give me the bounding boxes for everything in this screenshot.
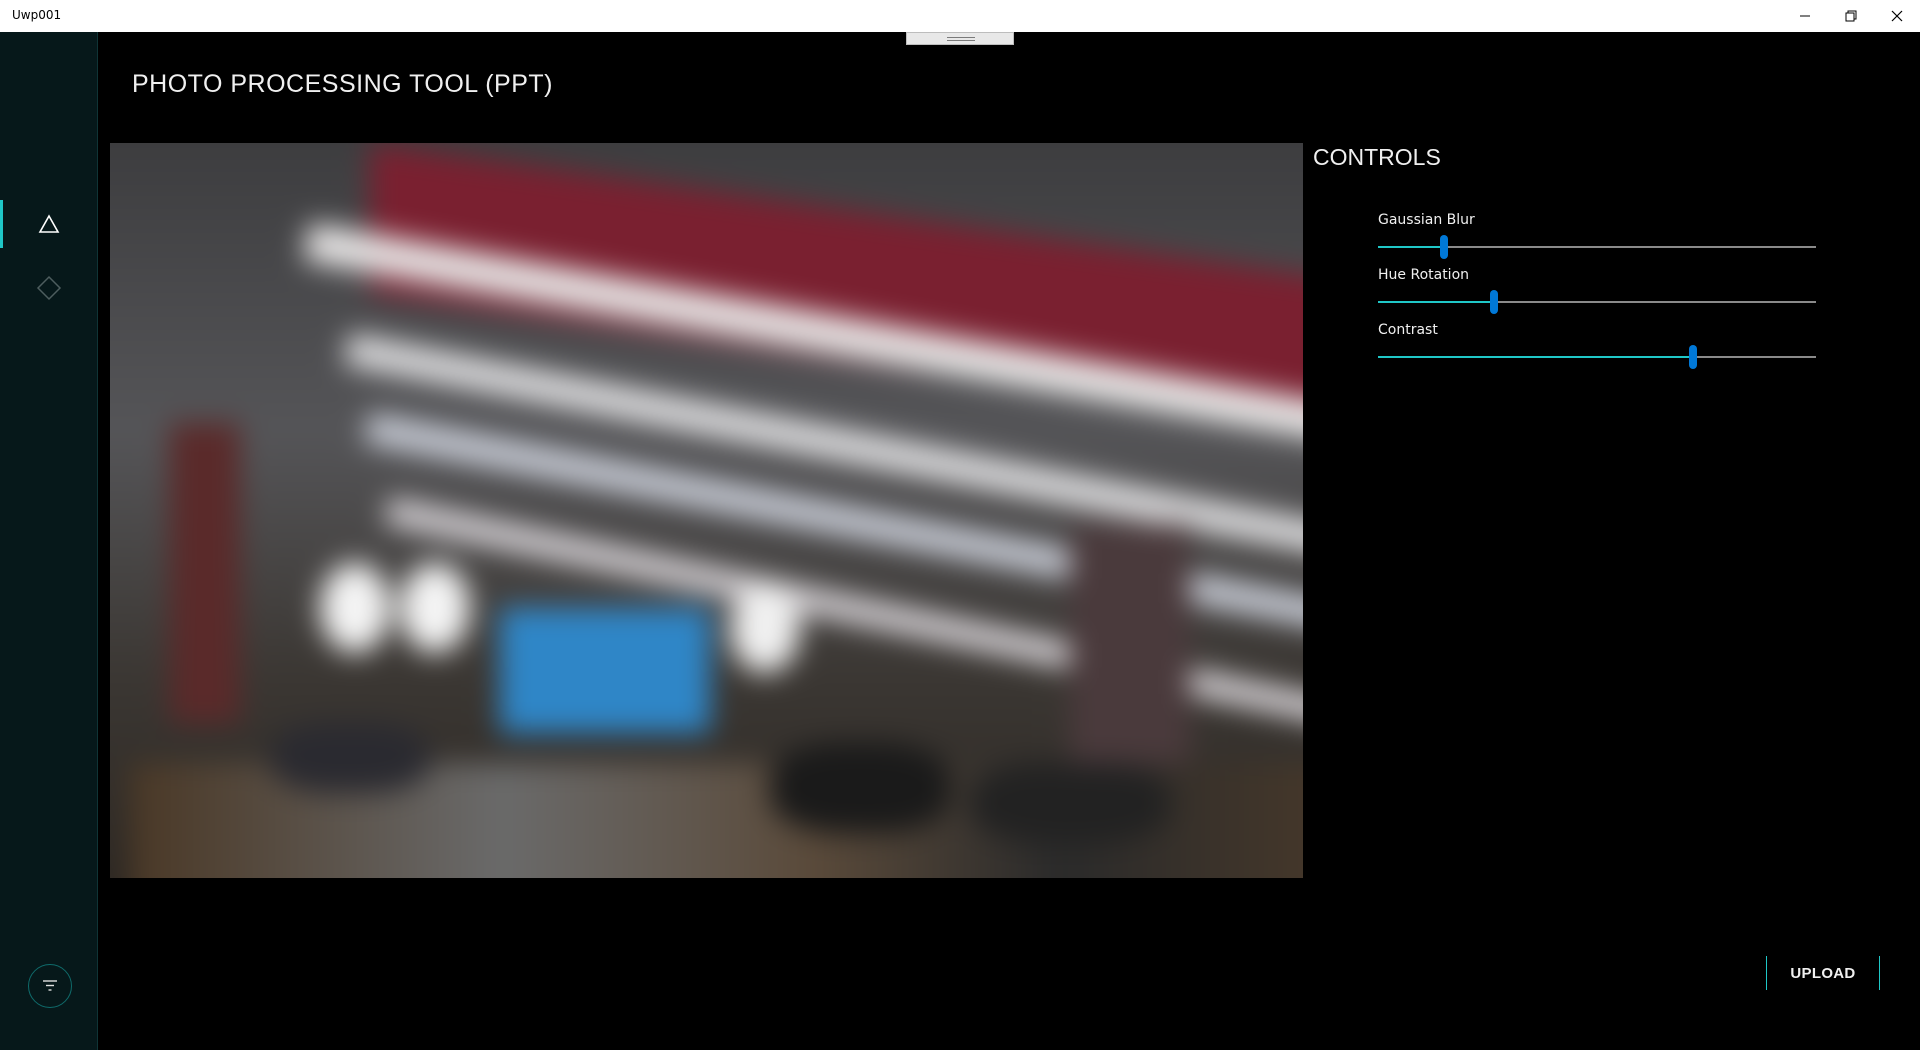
- close-button[interactable]: [1874, 0, 1920, 32]
- photo-preview: [110, 143, 1303, 878]
- hue-rotation-slider[interactable]: [1378, 290, 1816, 314]
- contrast-label: Contrast: [1378, 322, 1438, 338]
- nav-item-triangle[interactable]: [0, 200, 98, 248]
- restore-button[interactable]: [1828, 0, 1874, 32]
- slider-fill: [1378, 246, 1444, 248]
- upload-button[interactable]: UPLOAD: [1766, 956, 1880, 990]
- slider-thumb[interactable]: [1439, 235, 1448, 259]
- window-title: Uwp001: [12, 8, 62, 22]
- gaussian-blur-label: Gaussian Blur: [1378, 212, 1475, 228]
- drag-handle[interactable]: [906, 32, 1014, 45]
- filter-menu-icon: [43, 980, 57, 991]
- side-navigation: [0, 32, 98, 1050]
- slider-fill: [1378, 356, 1694, 358]
- hue-rotation-label: Hue Rotation: [1378, 267, 1470, 283]
- contrast-control: Contrast: [1378, 322, 1816, 369]
- minimize-icon: [1800, 15, 1810, 17]
- page-title: PHOTO PROCESSING TOOL (PPT): [132, 70, 553, 98]
- slider-thumb[interactable]: [1689, 345, 1698, 369]
- hue-rotation-control: Hue Rotation: [1378, 267, 1816, 314]
- menu-button[interactable]: [28, 964, 72, 1008]
- triangle-icon: [38, 214, 60, 233]
- gaussian-blur-slider[interactable]: [1378, 235, 1816, 259]
- controls-title: CONTROLS: [1313, 144, 1441, 170]
- restore-icon: [1845, 10, 1857, 22]
- slider-fill: [1378, 301, 1495, 303]
- photo-image: [110, 143, 1303, 878]
- gaussian-blur-control: Gaussian Blur: [1378, 212, 1816, 259]
- nav-item-diamond[interactable]: [0, 264, 98, 312]
- diamond-icon: [36, 275, 62, 301]
- contrast-slider[interactable]: [1378, 345, 1816, 369]
- minimize-button[interactable]: [1782, 0, 1828, 32]
- close-icon: [1891, 10, 1903, 22]
- grip-icon: [947, 37, 975, 41]
- slider-thumb[interactable]: [1490, 290, 1499, 314]
- window-titlebar: Uwp001: [0, 0, 1920, 32]
